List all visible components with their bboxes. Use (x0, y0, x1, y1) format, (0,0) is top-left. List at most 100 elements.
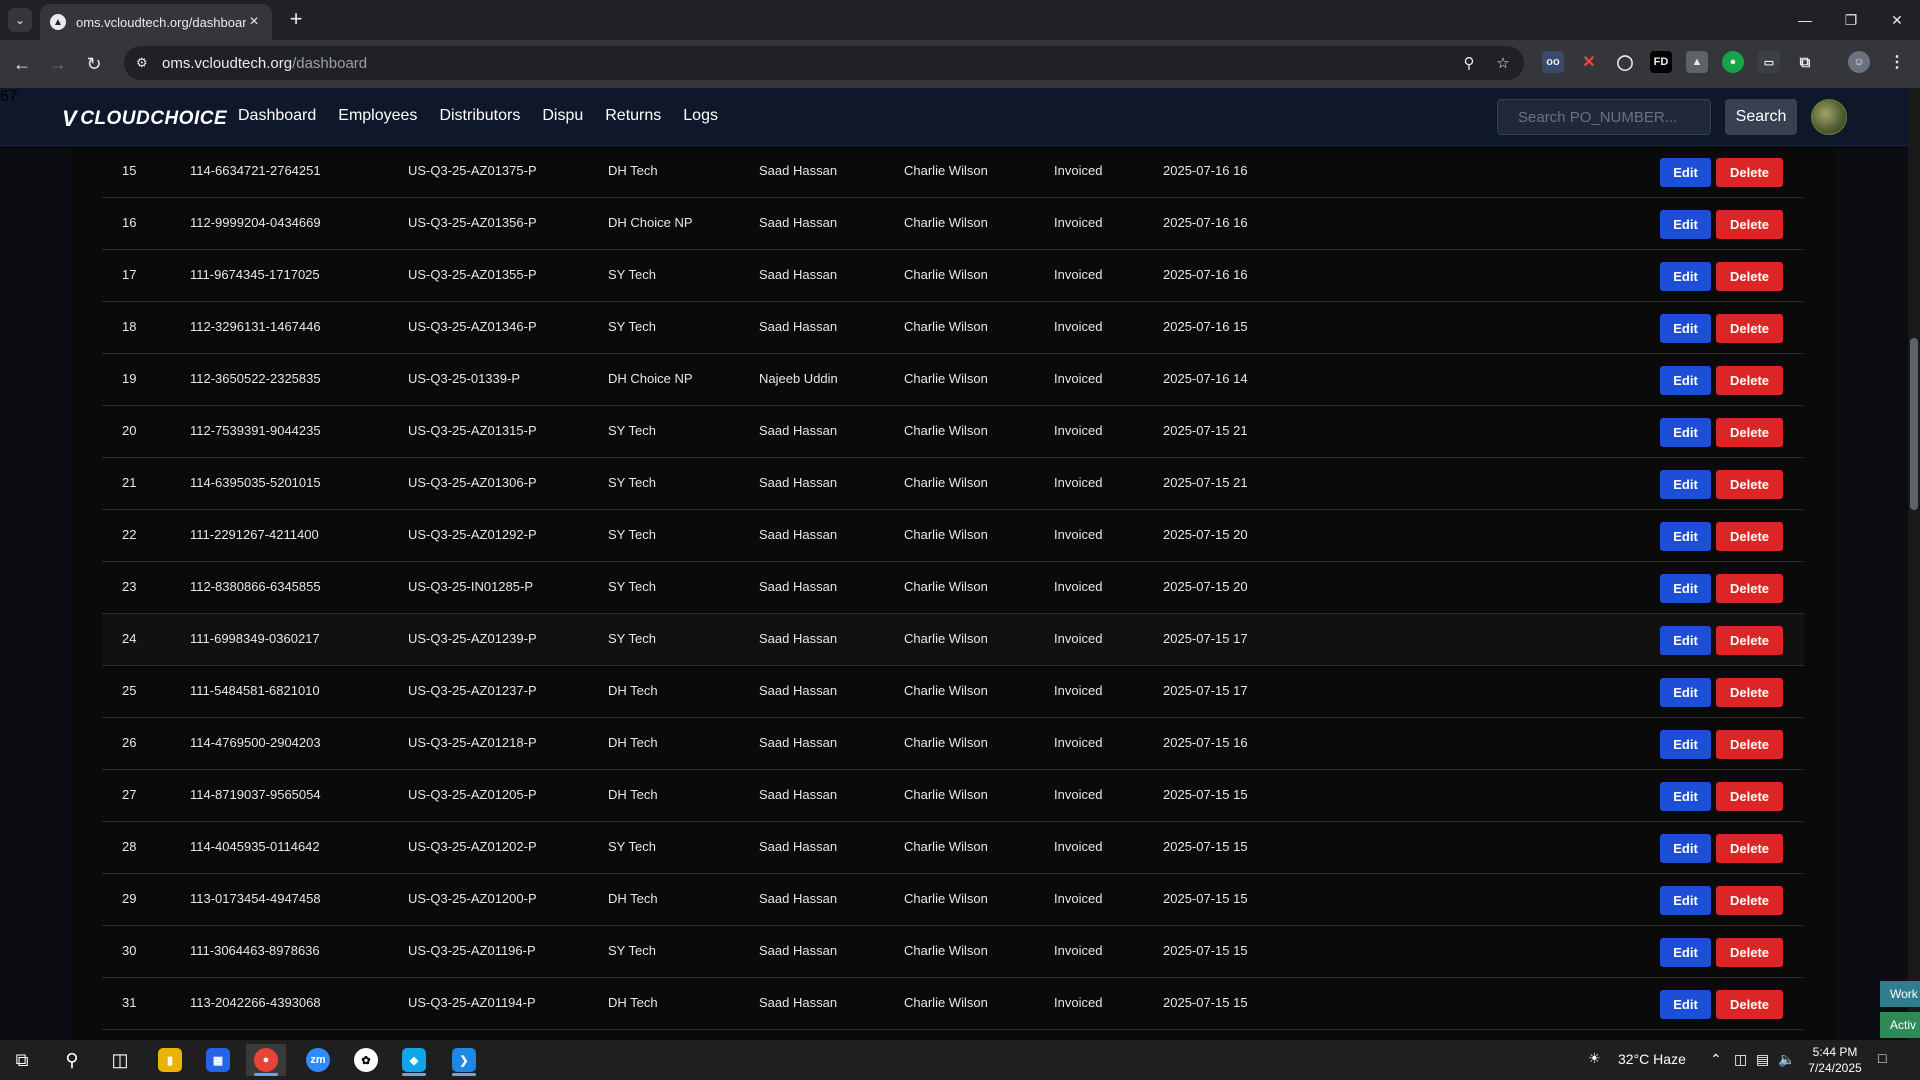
edit-button[interactable]: Edit (1660, 470, 1711, 499)
browser-tab[interactable]: ▲ oms.vcloudtech.org/dashboard × (40, 4, 272, 40)
delete-button[interactable]: Delete (1716, 574, 1783, 603)
profile-icon[interactable]: ☺ (1848, 51, 1870, 73)
battery-icon[interactable]: ◫ (1734, 1051, 1747, 1068)
nav-returns[interactable]: Returns (605, 107, 661, 125)
nav-disputes[interactable]: Dispu (542, 107, 583, 125)
menu-icon[interactable]: ⋮ (1886, 51, 1908, 73)
delete-button[interactable]: Delete (1716, 782, 1783, 811)
delete-button[interactable]: Delete (1716, 626, 1783, 655)
new-tab-icon[interactable]: + (284, 8, 308, 32)
delete-button[interactable]: Delete (1716, 366, 1783, 395)
edit-button[interactable]: Edit (1660, 782, 1711, 811)
row-number: 31 (122, 995, 137, 1010)
distributor: SY Tech (608, 475, 656, 490)
employee: Saad Hassan (759, 267, 838, 282)
nav-distributors[interactable]: Distributors (439, 107, 520, 125)
search-icon[interactable]: ⚲ (52, 1044, 92, 1076)
store-icon[interactable]: ▦ (198, 1044, 238, 1076)
delete-button[interactable]: Delete (1716, 522, 1783, 551)
window-close-icon[interactable]: ✕ (1874, 0, 1920, 40)
file-explorer-icon[interactable]: ▮ (150, 1044, 190, 1076)
edit-button[interactable]: Edit (1660, 418, 1711, 447)
task-view-icon[interactable]: ◫ (100, 1044, 140, 1076)
network-icon[interactable]: ▤ (1756, 1051, 1769, 1068)
search-input[interactable] (1497, 99, 1711, 135)
delete-button[interactable]: Delete (1716, 158, 1783, 187)
side-tag-activ[interactable]: Activ (1880, 1012, 1920, 1038)
edit-button[interactable]: Edit (1660, 990, 1711, 1019)
distributor: SY Tech (608, 943, 656, 958)
tab-search-icon[interactable]: ⌄ (8, 8, 32, 32)
extensions-icon[interactable]: ⧉ (1794, 51, 1816, 73)
back-icon[interactable]: ← (10, 52, 34, 76)
chrome-icon[interactable]: ● (246, 1044, 286, 1076)
page-scrollbar[interactable] (1908, 88, 1920, 1040)
delete-button[interactable]: Delete (1716, 886, 1783, 915)
manager: Charlie Wilson (904, 735, 988, 750)
avatar[interactable] (1811, 99, 1847, 135)
edit-button[interactable]: Edit (1660, 262, 1711, 291)
delete-button[interactable]: Delete (1716, 210, 1783, 239)
delete-button[interactable]: Delete (1716, 418, 1783, 447)
logo[interactable]: V CLOUDCHOICE (62, 106, 227, 132)
notifications-icon[interactable]: □ (1878, 1050, 1886, 1066)
windows-start-icon[interactable]: ⧉ (2, 1044, 42, 1076)
vscode-icon[interactable]: ❯ (444, 1044, 484, 1076)
delete-button[interactable]: Delete (1716, 990, 1783, 1019)
edit-button[interactable]: Edit (1660, 678, 1711, 707)
tray-chevron-icon[interactable]: ⌃ (1710, 1051, 1722, 1068)
weather-text[interactable]: 32°C Haze (1618, 1051, 1686, 1067)
search-button[interactable]: Search (1725, 99, 1797, 135)
zoom-app-icon[interactable]: zm (298, 1044, 338, 1076)
edit-button[interactable]: Edit (1660, 886, 1711, 915)
extension-fd-icon[interactable]: FD (1650, 51, 1672, 73)
employee: Saad Hassan (759, 735, 838, 750)
distributor: DH Tech (608, 683, 658, 698)
leaf-app-icon[interactable]: ✿ (346, 1044, 386, 1076)
extension-globe-icon[interactable]: ◯ (1614, 51, 1636, 73)
extension-glasses-icon[interactable]: oo (1542, 51, 1564, 73)
status: Invoiced (1054, 839, 1103, 854)
date: 2025-07-15 16 (1163, 735, 1248, 750)
edit-button[interactable]: Edit (1660, 938, 1711, 967)
close-icon[interactable]: × (246, 13, 262, 31)
delete-button[interactable]: Delete (1716, 470, 1783, 499)
forward-icon[interactable]: → (46, 52, 70, 76)
zoom-icon[interactable]: ⚲ (1458, 52, 1480, 74)
reload-icon[interactable]: ↻ (82, 52, 106, 76)
nav-logs[interactable]: Logs (683, 107, 718, 125)
delete-button[interactable]: Delete (1716, 678, 1783, 707)
windows-taskbar: ⧉ ⚲ ◫ ▮ ▦ ● zm ✿ ◆ ❯ ☀ 32°C Haze ⌃ ◫ ▤ 🔈… (0, 1040, 1920, 1080)
weather-icon[interactable]: ☀ (1588, 1050, 1601, 1067)
edit-button[interactable]: Edit (1660, 366, 1711, 395)
edit-button[interactable]: Edit (1660, 158, 1711, 187)
delete-button[interactable]: Delete (1716, 730, 1783, 759)
side-tag-work[interactable]: Work (1880, 981, 1920, 1007)
edit-button[interactable]: Edit (1660, 522, 1711, 551)
delete-button[interactable]: Delete (1716, 314, 1783, 343)
minimize-icon[interactable]: — (1782, 0, 1828, 40)
extension-card-icon[interactable]: ▭ (1758, 51, 1780, 73)
scrollbar-thumb[interactable] (1910, 338, 1918, 510)
nav-dashboard[interactable]: Dashboard (238, 107, 316, 125)
edit-button[interactable]: Edit (1660, 730, 1711, 759)
edit-button[interactable]: Edit (1660, 314, 1711, 343)
extension-x-icon[interactable]: ✕ (1578, 51, 1600, 73)
volume-icon[interactable]: 🔈 (1778, 1051, 1795, 1068)
delete-button[interactable]: Delete (1716, 262, 1783, 291)
delete-button[interactable]: Delete (1716, 938, 1783, 967)
edit-button[interactable]: Edit (1660, 626, 1711, 655)
extension-green-icon[interactable]: ● (1722, 51, 1744, 73)
restore-icon[interactable]: ❐ (1828, 0, 1874, 40)
taskbar-clock[interactable]: 5:44 PM 7/24/2025 (1806, 1044, 1864, 1076)
cube-app-icon[interactable]: ◆ (394, 1044, 434, 1076)
edit-button[interactable]: Edit (1660, 834, 1711, 863)
site-info-icon[interactable]: ⚙ (136, 55, 156, 71)
edit-button[interactable]: Edit (1660, 210, 1711, 239)
nav-employees[interactable]: Employees (338, 107, 417, 125)
address-bar[interactable]: ⚙ oms.vcloudtech.org/dashboard (124, 46, 1524, 80)
extension-image-icon[interactable]: ▲ (1686, 51, 1708, 73)
delete-button[interactable]: Delete (1716, 834, 1783, 863)
star-icon[interactable]: ☆ (1492, 52, 1514, 74)
edit-button[interactable]: Edit (1660, 574, 1711, 603)
